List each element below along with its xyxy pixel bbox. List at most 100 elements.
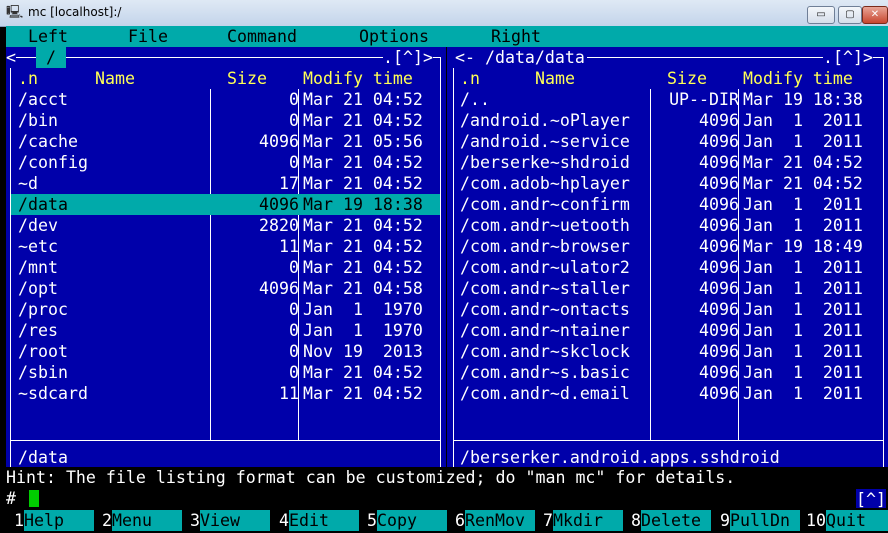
minimize-button[interactable]: ▭ — [807, 6, 835, 24]
fkey-menu-button[interactable]: Menu — [112, 510, 182, 531]
maximize-button[interactable]: ▢ — [838, 6, 862, 24]
terminal[interactable]: Left File Command Options Right < / .[^]… — [6, 26, 888, 533]
fkey-number: 7 — [543, 510, 553, 531]
file-name: /data — [18, 195, 68, 214]
left-file-row[interactable]: ~d 17 Mar 21 04:52 — [11, 173, 440, 194]
right-panel-hotkeys[interactable]: .[^]> — [823, 47, 873, 68]
fkey-copy-button[interactable]: Copy — [377, 510, 447, 531]
left-panel-hotkeys[interactable]: .[^]> — [383, 47, 433, 68]
left-file-row[interactable]: /data 4096 Mar 19 18:38 — [11, 194, 440, 215]
left-panel-path[interactable]: / — [36, 47, 66, 68]
left-file-row[interactable]: /acct 0 Mar 21 04:52 — [11, 89, 440, 110]
right-file-row[interactable]: /com.andr~ulator2 4096 Jan 1 2011 — [454, 257, 883, 278]
file-modify-time: Jan 1 2011 — [743, 258, 863, 277]
left-file-row[interactable]: /config 0 Mar 21 04:52 — [11, 152, 440, 173]
file-size: 0 — [289, 153, 299, 172]
right-file-row[interactable]: /com.andr~uetooth 4096 Jan 1 2011 — [454, 215, 883, 236]
fkey-number: 1 — [14, 510, 24, 531]
right-file-row[interactable]: /com.adob~hplayer 4096 Mar 21 04:52 — [454, 173, 883, 194]
right-col-size[interactable]: Size — [667, 68, 707, 89]
left-col-size[interactable]: Size — [227, 68, 267, 89]
menu-right[interactable]: Right — [491, 26, 541, 47]
file-size: 4096 — [259, 132, 299, 151]
right-file-row[interactable]: /android.~oPlayer 4096 Jan 1 2011 — [454, 110, 883, 131]
file-size: 4096 — [699, 111, 739, 130]
right-file-row[interactable]: /android.~service 4096 Jan 1 2011 — [454, 131, 883, 152]
right-col-modify[interactable]: Modify time — [743, 68, 853, 89]
file-name: /com.andr~ulator2 — [460, 258, 630, 277]
left-file-row[interactable]: ~sdcard 11 Mar 21 04:52 — [11, 383, 440, 404]
file-modify-time: Jan 1 2011 — [743, 342, 863, 361]
hint-line: Hint: The file listing format can be cus… — [6, 467, 888, 488]
left-file-row[interactable]: /proc 0 Jan 1 1970 — [11, 299, 440, 320]
right-file-row[interactable]: /.. UP--DIR Mar 19 18:38 — [454, 89, 883, 110]
left-file-row[interactable]: /cache 4096 Mar 21 05:56 — [11, 131, 440, 152]
left-panel[interactable]: < / .[^]> .n Name Size Modify time /acct… — [6, 47, 446, 484]
fkey-pulldn-button[interactable]: PullDn — [730, 510, 800, 531]
file-size: 0 — [289, 363, 299, 382]
menu-command[interactable]: Command — [227, 26, 297, 47]
command-prompt[interactable]: # — [6, 488, 888, 509]
file-name: /com.andr~browser — [460, 237, 630, 256]
left-file-row[interactable]: /mnt 0 Mar 21 04:52 — [11, 257, 440, 278]
file-modify-time: Jan 1 2011 — [743, 195, 863, 214]
left-file-row[interactable]: /res 0 Jan 1 1970 — [11, 320, 440, 341]
file-size: 17 — [279, 174, 299, 193]
fkey-mkdir-button[interactable]: Mkdir — [553, 510, 623, 531]
file-modify-time: Mar 21 04:52 — [303, 216, 423, 235]
left-file-row[interactable]: ~etc 11 Mar 21 04:52 — [11, 236, 440, 257]
right-file-row[interactable]: /com.andr~s.basic 4096 Jan 1 2011 — [454, 362, 883, 383]
file-modify-time: Mar 21 04:52 — [303, 258, 423, 277]
file-name: /root — [18, 342, 68, 361]
file-name: /dev — [18, 216, 58, 235]
right-file-row[interactable]: /com.andr~browser 4096 Mar 19 18:49 — [454, 236, 883, 257]
fkey-number: 8 — [631, 510, 641, 531]
fkey-renmov-button[interactable]: RenMov — [465, 510, 535, 531]
right-file-row[interactable]: /com.andr~confirm 4096 Jan 1 2011 — [454, 194, 883, 215]
fkey-quit-button[interactable]: Quit — [826, 510, 888, 531]
file-name: /opt — [18, 279, 58, 298]
menu-options[interactable]: Options — [359, 26, 429, 47]
right-file-row[interactable]: /com.andr~ontacts 4096 Jan 1 2011 — [454, 299, 883, 320]
file-name: /com.andr~ntainer — [460, 321, 630, 340]
left-col-n[interactable]: .n — [18, 68, 38, 89]
right-col-name[interactable]: Name — [535, 68, 575, 89]
file-name: /com.andr~ontacts — [460, 300, 630, 319]
fkey-delete-button[interactable]: Delete — [641, 510, 711, 531]
file-modify-time: Mar 21 05:56 — [303, 132, 423, 151]
right-panel-path[interactable]: <- /data/data — [453, 47, 587, 68]
left-file-row[interactable]: /sbin 0 Mar 21 04:52 — [11, 362, 440, 383]
left-file-row[interactable]: /bin 0 Mar 21 04:52 — [11, 110, 440, 131]
left-file-row[interactable]: /dev 2820 Mar 21 04:52 — [11, 215, 440, 236]
file-name: ~sdcard — [18, 384, 88, 403]
file-name: /acct — [18, 90, 68, 109]
right-panel[interactable]: <- /data/data .[^]> .n Name Size Modify … — [447, 47, 888, 484]
fkey-number: 2 — [102, 510, 112, 531]
left-file-row[interactable]: /root 0 Nov 19 2013 — [11, 341, 440, 362]
right-file-row[interactable]: /com.andr~skclock 4096 Jan 1 2011 — [454, 341, 883, 362]
fkey-view-button[interactable]: View — [200, 510, 270, 531]
left-file-row[interactable]: /opt 4096 Mar 21 04:58 — [11, 278, 440, 299]
file-modify-time: Jan 1 1970 — [303, 300, 423, 319]
left-col-modify[interactable]: Modify time — [303, 68, 413, 89]
right-file-row[interactable]: /com.andr~ntainer 4096 Jan 1 2011 — [454, 320, 883, 341]
file-size: 0 — [289, 111, 299, 130]
close-button[interactable]: ✕ — [862, 6, 888, 24]
right-col-n[interactable]: .n — [460, 68, 480, 89]
function-key-bar: 1 Help 2 Menu 3 View 4 Edit 5 Copy 6 RenMov 7 Mkdir 8 D… — [6, 510, 888, 531]
right-file-row[interactable]: /com.andr~d.email 4096 Jan 1 2011 — [454, 383, 883, 404]
menu-left[interactable]: Left — [28, 26, 68, 47]
fkey-edit-button[interactable]: Edit — [289, 510, 359, 531]
file-modify-time: Mar 21 04:52 — [303, 111, 423, 130]
file-modify-time: Jan 1 1970 — [303, 321, 423, 340]
file-size: 4096 — [699, 300, 739, 319]
left-col-name[interactable]: Name — [95, 68, 135, 89]
menu-file[interactable]: File — [128, 26, 168, 47]
right-file-row[interactable]: /com.andr~staller 4096 Jan 1 2011 — [454, 278, 883, 299]
command-history-tag[interactable]: [^] — [856, 489, 886, 509]
right-file-row[interactable]: /berserke~shdroid 4096 Mar 21 04:52 — [454, 152, 883, 173]
file-modify-time: Jan 1 2011 — [743, 363, 863, 382]
fkey-help-button[interactable]: Help — [24, 510, 94, 531]
file-modify-time: Mar 21 04:52 — [743, 174, 863, 193]
file-size: 4096 — [699, 384, 739, 403]
